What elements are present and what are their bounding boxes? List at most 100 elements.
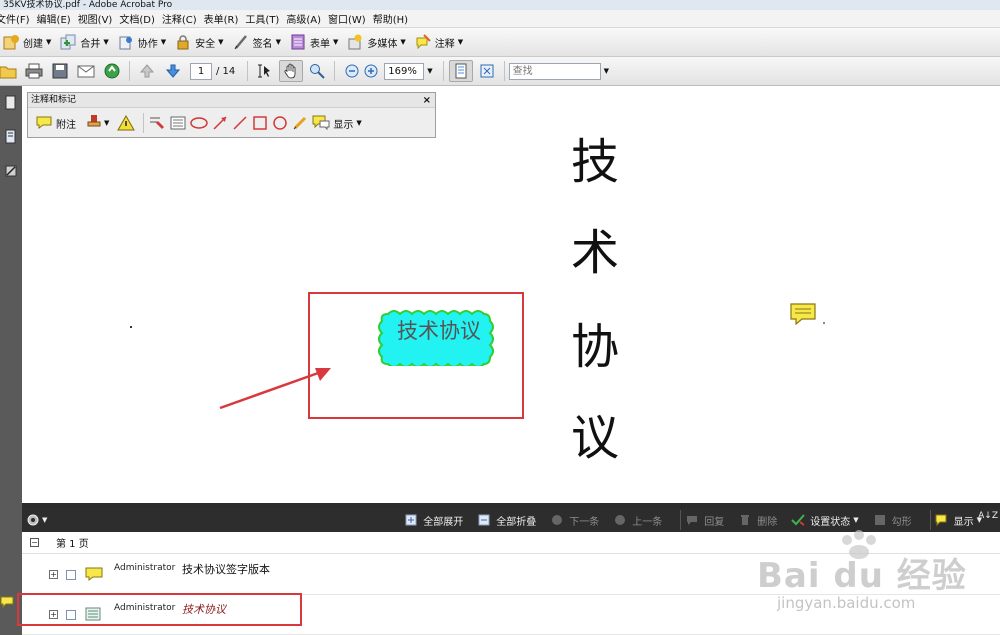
form-icon — [289, 33, 307, 51]
watermark-url: jingyan.baidu.com — [777, 594, 916, 612]
show-comments-icon — [312, 114, 330, 133]
text-edit-icon — [117, 115, 136, 131]
comment-note-icon — [414, 33, 432, 51]
cloud-tool-icon[interactable] — [190, 112, 209, 134]
text-box-tool-icon[interactable] — [170, 112, 186, 134]
delete-button[interactable]: 删除 — [738, 513, 777, 528]
watermark-brand: Bai du 经验 — [757, 556, 967, 596]
next-comment-button[interactable]: 下一条 — [550, 513, 599, 528]
pages-panel-icon[interactable] — [0, 86, 22, 120]
menu-tools[interactable]: 工具(T) — [245, 11, 286, 26]
email-icon[interactable] — [74, 60, 98, 82]
comment-markup-toolbar: 注释和标记 × 附注 ▼ 显示 ▼ — [27, 92, 436, 138]
rectangle-tool-icon[interactable] — [252, 112, 268, 134]
menu-window[interactable]: 窗口(W) — [328, 11, 373, 26]
oval-tool-icon[interactable] — [272, 112, 288, 134]
combine-button[interactable]: 合并 ▼ — [57, 30, 114, 54]
baidu-watermark: Bai du 经验 jingyan.baidu.com — [757, 530, 1000, 635]
collapse-all-icon — [477, 513, 491, 527]
show-menu-button[interactable]: 显示 ▼ — [312, 112, 362, 134]
menu-advanced[interactable]: 高级(A) — [286, 11, 328, 26]
document-title-char-4: 议 — [570, 410, 619, 466]
left-navigation-pane — [0, 86, 22, 635]
create-button[interactable]: 创建 ▼ — [0, 30, 57, 54]
combine-icon — [59, 33, 77, 51]
multimedia-button[interactable]: 多媒体 ▼ — [344, 30, 411, 54]
save-icon[interactable] — [48, 60, 72, 82]
open-folder-icon[interactable] — [0, 60, 20, 82]
find-dropdown-caret[interactable]: ▼ — [604, 67, 609, 75]
collapse-all-button[interactable]: 全部折叠 — [477, 513, 536, 528]
menu-forms[interactable]: 表单(R) — [204, 11, 246, 26]
reply-button[interactable]: 回复 — [685, 513, 724, 528]
comment-button[interactable]: 注释 ▼ — [412, 30, 469, 54]
document-title-char-2: 术 — [570, 225, 619, 281]
highlight-tool-icon[interactable] — [148, 112, 166, 134]
print-icon[interactable] — [22, 60, 46, 82]
forms-button[interactable]: 表单 ▼ — [287, 30, 344, 54]
line-tool-icon[interactable] — [232, 112, 248, 134]
checkbox-icon — [873, 513, 887, 527]
comments-panel-icon[interactable] — [0, 595, 14, 612]
stamp-icon — [86, 114, 102, 133]
sticky-note-tool[interactable]: 附注 — [36, 112, 76, 134]
sign-button[interactable]: 签名 ▼ — [230, 30, 287, 54]
arrow-tool-icon[interactable] — [212, 112, 228, 134]
document-title-char-1: 技 — [570, 134, 619, 190]
sticky-note-icon — [36, 115, 52, 132]
options-gear-icon[interactable]: ▼ — [26, 513, 47, 527]
document-view[interactable]: 注释和标记 × 附注 ▼ 显示 ▼ 技 术 协 议 技术协议 — [22, 86, 1000, 503]
menu-comments[interactable]: 注释(C) — [162, 11, 204, 26]
menu-file[interactable]: 文件(F) — [0, 11, 37, 26]
comment-text: 技术协议签字版本 — [182, 563, 270, 576]
pencil-tool-icon[interactable] — [292, 112, 308, 134]
close-icon[interactable]: × — [423, 93, 431, 108]
zoom-level-input[interactable]: 169% — [384, 62, 425, 80]
checkmark-button[interactable]: 勾形 — [873, 513, 912, 528]
menu-document[interactable]: 文档(D) — [119, 11, 162, 26]
sort-az-icon[interactable]: A↓Z — [978, 511, 998, 521]
select-text-icon[interactable] — [253, 60, 277, 82]
highlight-box-comment — [17, 593, 302, 626]
zoom-in-icon[interactable] — [359, 60, 383, 82]
collaborate-icon — [117, 33, 135, 51]
menu-help[interactable]: 帮助(H) — [373, 11, 415, 26]
cloud-annotation-text: 技术协议 — [397, 319, 481, 343]
marquee-zoom-icon[interactable] — [305, 60, 329, 82]
previous-page-icon[interactable] — [135, 60, 159, 82]
show-comments-button[interactable]: 显示 ▼ — [935, 513, 982, 528]
secure-button[interactable]: 安全 ▼ — [172, 30, 229, 54]
set-status-button[interactable]: 设置状态 ▼ — [791, 513, 859, 528]
navigation-toolbar: 1 / 14 169% ▼ 查找 ▼ — [0, 57, 1000, 86]
window-title: 35KV技术协议.pdf - Adobe Acrobat Pro — [0, 0, 1000, 10]
find-input[interactable]: 查找 — [508, 62, 601, 80]
comment-checkbox[interactable] — [66, 570, 76, 580]
stamp-tool[interactable]: ▼ — [86, 112, 109, 134]
menu-edit[interactable]: 编辑(E) — [37, 11, 78, 26]
expand-icon[interactable]: + — [49, 570, 58, 579]
sticky-note-annotation-icon[interactable] — [790, 302, 816, 329]
expand-all-button[interactable]: 全部展开 — [404, 513, 463, 528]
signatures-panel-icon[interactable] — [0, 154, 22, 188]
text-edits-tool[interactable] — [117, 112, 136, 134]
zoom-dropdown-caret[interactable]: ▼ — [427, 67, 432, 75]
page-group-label: 第 1 页 — [56, 539, 89, 550]
hand-tool-icon[interactable] — [279, 60, 304, 82]
show-comments-icon — [935, 513, 949, 527]
scrolling-mode-icon[interactable] — [448, 60, 473, 82]
pen-icon — [232, 33, 250, 51]
page-number-input[interactable]: 1 — [190, 62, 212, 80]
menu-view[interactable]: 视图(V) — [78, 11, 120, 26]
document-speck — [823, 322, 825, 324]
menu-bar: 文件(F) 编辑(E) 视图(V) 文档(D) 注释(C) 表单(R) 工具(T… — [0, 10, 1000, 28]
trash-icon — [738, 513, 752, 527]
collapse-icon[interactable]: − — [30, 538, 39, 547]
bookmarks-panel-icon[interactable] — [0, 120, 22, 154]
fit-page-icon[interactable] — [475, 60, 499, 82]
previous-comment-button[interactable]: 上一条 — [613, 513, 662, 528]
task-toolbar: 创建 ▼ 合并 ▼ 协作 ▼ 安全 ▼ 签名 ▼ 表单 ▼ 多媒体 ▼ 注释 ▼ — [0, 28, 1000, 57]
comment-author: Administrator — [114, 563, 176, 573]
web-upload-icon[interactable] — [100, 60, 124, 82]
collaborate-button[interactable]: 协作 ▼ — [115, 30, 172, 54]
next-page-icon[interactable] — [161, 60, 185, 82]
